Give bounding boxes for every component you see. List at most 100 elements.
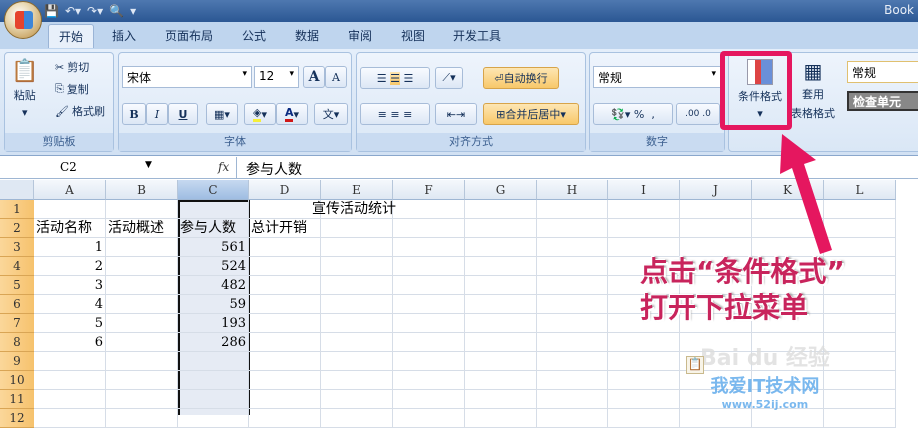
cell[interactable]	[824, 390, 896, 409]
tab-formulas[interactable]: 公式	[242, 27, 266, 44]
sheet-title-cell[interactable]: 宣传活动统计	[310, 200, 398, 219]
row-header-5[interactable]: 5	[0, 276, 34, 295]
cell[interactable]	[393, 276, 465, 295]
header-cell[interactable]: 总计开销	[249, 219, 321, 238]
cell[interactable]	[680, 219, 752, 238]
cell[interactable]	[537, 257, 608, 276]
tab-view[interactable]: 视图	[401, 27, 425, 44]
column-header-j[interactable]: J	[680, 180, 752, 200]
cell[interactable]	[34, 390, 106, 409]
tab-insert[interactable]: 插入	[112, 27, 136, 44]
cell[interactable]	[537, 276, 608, 295]
cell[interactable]	[824, 409, 896, 428]
print-preview-icon[interactable]: 🔍	[109, 4, 124, 18]
font-color-button[interactable]: A ▾	[276, 103, 308, 125]
cell[interactable]	[34, 200, 106, 219]
cell[interactable]	[393, 314, 465, 333]
column-header-b[interactable]: B	[106, 180, 178, 200]
bold-button[interactable]: B	[122, 103, 146, 125]
cell[interactable]	[321, 390, 393, 409]
shrink-font-button[interactable]: A	[325, 66, 347, 88]
cell[interactable]	[680, 409, 752, 428]
cell[interactable]	[321, 409, 393, 428]
style-check-cell[interactable]: 检查单元	[847, 91, 918, 111]
cell[interactable]: 561	[178, 238, 249, 257]
tab-review[interactable]: 审阅	[348, 27, 372, 44]
column-header-g[interactable]: G	[465, 180, 537, 200]
cell[interactable]	[465, 409, 537, 428]
cell[interactable]	[465, 352, 537, 371]
cell[interactable]	[106, 257, 178, 276]
cell[interactable]	[106, 314, 178, 333]
column-header-i[interactable]: I	[608, 180, 680, 200]
cell[interactable]	[680, 200, 752, 219]
fx-icon[interactable]: fx	[218, 160, 229, 174]
cell[interactable]	[249, 295, 321, 314]
cell[interactable]	[465, 371, 537, 390]
cell[interactable]	[824, 371, 896, 390]
cell[interactable]: 6	[34, 333, 106, 352]
name-box[interactable]: C2	[60, 160, 77, 174]
cell[interactable]	[178, 390, 249, 409]
tab-developer[interactable]: 开发工具	[453, 27, 501, 44]
cell[interactable]	[34, 352, 106, 371]
merge-center-button[interactable]: ⊞ 合并后居中 ▾	[483, 103, 579, 125]
cell[interactable]	[249, 409, 321, 428]
cell[interactable]	[106, 390, 178, 409]
decimal-buttons[interactable]: .00 .0	[676, 103, 720, 125]
cell[interactable]	[537, 409, 608, 428]
cell[interactable]	[465, 200, 537, 219]
cell[interactable]	[249, 257, 321, 276]
indent-buttons[interactable]: ⇤⇥	[435, 103, 477, 125]
cell[interactable]	[608, 409, 680, 428]
cell[interactable]	[321, 352, 393, 371]
cell[interactable]	[465, 333, 537, 352]
cell[interactable]	[321, 333, 393, 352]
cell[interactable]	[465, 276, 537, 295]
cell[interactable]	[249, 314, 321, 333]
cell[interactable]	[608, 390, 680, 409]
cell[interactable]	[608, 371, 680, 390]
cell[interactable]	[393, 352, 465, 371]
cell[interactable]	[465, 314, 537, 333]
cell[interactable]	[465, 390, 537, 409]
row-header-4[interactable]: 4	[0, 257, 34, 276]
row-header-10[interactable]: 10	[0, 371, 34, 390]
cell[interactable]	[106, 409, 178, 428]
cell[interactable]: 1	[34, 238, 106, 257]
row-header-11[interactable]: 11	[0, 390, 34, 409]
row-header-12[interactable]: 12	[0, 409, 34, 428]
paste-options-icon[interactable]: 📋	[686, 356, 704, 374]
phonetic-button[interactable]: 文 ▾	[314, 103, 348, 125]
select-all-button[interactable]	[0, 180, 34, 200]
cut-button[interactable]: ✂ 剪切	[55, 59, 89, 75]
cell[interactable]	[321, 238, 393, 257]
cell[interactable]	[178, 371, 249, 390]
cell[interactable]	[178, 352, 249, 371]
column-header-h[interactable]: H	[537, 180, 608, 200]
cell[interactable]	[249, 333, 321, 352]
cell[interactable]	[249, 238, 321, 257]
cell[interactable]	[608, 219, 680, 238]
orientation-button[interactable]: ⟋▾	[435, 67, 463, 89]
cell[interactable]	[608, 352, 680, 371]
cell[interactable]	[824, 352, 896, 371]
cell[interactable]	[537, 219, 608, 238]
cell[interactable]	[537, 295, 608, 314]
horizontal-align-buttons[interactable]: ≡ ≡ ≡	[360, 103, 430, 125]
cell[interactable]	[465, 295, 537, 314]
cell[interactable]	[465, 238, 537, 257]
cell[interactable]	[393, 295, 465, 314]
cell[interactable]	[824, 333, 896, 352]
cell[interactable]: 482	[178, 276, 249, 295]
cell[interactable]	[537, 314, 608, 333]
row-header-2[interactable]: 2	[0, 219, 34, 238]
tab-page-layout[interactable]: 页面布局	[165, 27, 213, 44]
cell[interactable]	[537, 238, 608, 257]
row-header-8[interactable]: 8	[0, 333, 34, 352]
number-format-select[interactable]: 常规 ▾	[593, 66, 721, 88]
cell[interactable]	[537, 390, 608, 409]
redo-icon[interactable]: ↷▾	[87, 4, 103, 18]
cell[interactable]	[393, 333, 465, 352]
grow-font-button[interactable]: A	[303, 66, 325, 88]
